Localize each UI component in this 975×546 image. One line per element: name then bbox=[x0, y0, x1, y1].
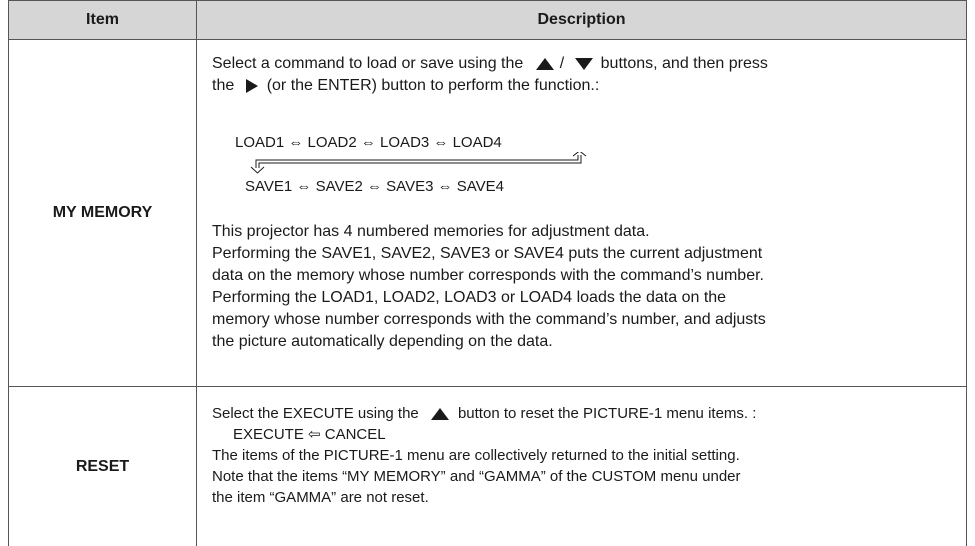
intro-text-2b: (or the ENTER) button to perform the fun… bbox=[266, 77, 600, 94]
load-save-arrow-icon bbox=[250, 152, 587, 174]
reset-intro-line: Select the EXECUTE using the button to r… bbox=[212, 403, 756, 425]
my-memory-intro-line-2: the (or the ENTER) button to perform the… bbox=[212, 75, 599, 97]
right-triangle-icon bbox=[245, 78, 258, 93]
reset-intro-a: Select the EXECUTE using the bbox=[212, 405, 419, 422]
reset-execute-line: EXECUTE ⇦ CANCEL bbox=[233, 426, 386, 443]
down-triangle-icon bbox=[574, 57, 593, 70]
row-name-my-memory: MY MEMORY bbox=[9, 40, 197, 386]
reset-para-2: Note that the items “MY MEMORY” and “GAM… bbox=[212, 468, 741, 485]
my-memory-para-2: Performing the SAVE1, SAVE2, SAVE3 or SA… bbox=[212, 245, 763, 262]
reset-para-1: The items of the PICTURE-1 menu are coll… bbox=[212, 447, 740, 464]
description-table: Item Description MY MEMORY Select a comm… bbox=[8, 0, 967, 546]
header-item: Item bbox=[9, 1, 197, 40]
my-memory-para-3: data on the memory whose number correspo… bbox=[212, 267, 764, 284]
intro-slash: / bbox=[559, 55, 565, 72]
my-memory-para-5: memory whose number corresponds with the… bbox=[212, 311, 766, 328]
up-triangle-icon bbox=[535, 57, 554, 70]
reset-para-3: the item “GAMMA” are not reset. bbox=[212, 489, 429, 506]
save-sequence: SAVE1 ⇔ SAVE2 ⇔ SAVE3 ⇔ SAVE4 bbox=[245, 178, 504, 195]
row-name-reset: RESET bbox=[9, 387, 197, 546]
load-sequence: LOAD1 ⇔ LOAD2 ⇔ LOAD3 ⇔ LOAD4 bbox=[235, 134, 502, 151]
reset-intro-b: button to reset the PICTURE-1 menu items… bbox=[457, 405, 757, 422]
row-desc-reset: Select the EXECUTE using the button to r… bbox=[197, 387, 966, 546]
intro-text-a: Select a command to load or save using t… bbox=[212, 55, 524, 72]
up-triangle-icon bbox=[430, 408, 449, 421]
my-memory-intro-line-1: Select a command to load or save using t… bbox=[212, 53, 768, 75]
my-memory-para-1: This projector has 4 numbered memories f… bbox=[212, 223, 650, 240]
header-description: Description bbox=[197, 1, 966, 40]
intro-the: the bbox=[212, 77, 235, 94]
row-desc-my-memory: Select a command to load or save using t… bbox=[197, 40, 966, 386]
my-memory-para-6: the picture automatically depending on t… bbox=[212, 333, 553, 350]
intro-text-c: buttons, and then press bbox=[600, 55, 768, 72]
my-memory-para-4: Performing the LOAD1, LOAD2, LOAD3 or LO… bbox=[212, 289, 727, 306]
